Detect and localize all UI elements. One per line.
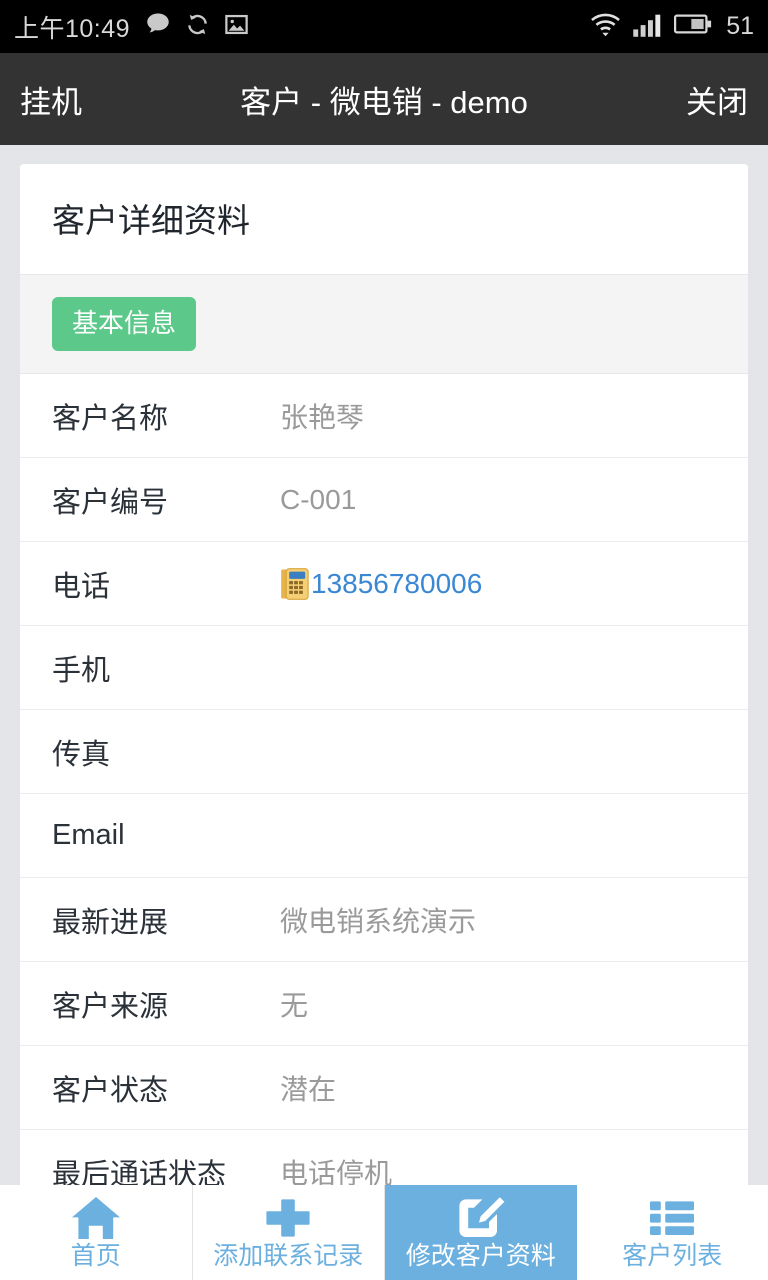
detail-row-label: 最后通话状态 [52, 1158, 227, 1186]
status-bar-system-icons: 51 [589, 11, 754, 43]
detail-row-label: Email [52, 819, 125, 851]
card-header: 客户详细资料 [20, 164, 748, 275]
detail-row-label: 最新进展 [52, 906, 169, 939]
signal-bars-icon [632, 11, 664, 43]
home-icon [70, 1196, 122, 1240]
telephone-icon [280, 567, 310, 600]
nav-item-label: 客户列表 [622, 1242, 723, 1270]
detail-row-value: C-001 [280, 483, 357, 515]
detail-row-value: 电话停机 [280, 1157, 393, 1186]
section-badge-row: 基本信息 [20, 275, 748, 374]
detail-row: 最新进展 微电销系统演示 [20, 878, 748, 962]
nav-item-list[interactable]: 客户列表 [576, 1185, 768, 1280]
detail-row-value: 潜在 [280, 1073, 337, 1105]
detail-row-value-link[interactable]: 13856780006 [280, 568, 716, 600]
status-bar-clock: 上午10:49 [14, 14, 131, 43]
wifi-icon [589, 11, 622, 43]
image-icon [223, 11, 250, 43]
title-bar: 挂机 客户 - 微电销 - demo 关闭 [0, 53, 768, 145]
nav-item-home[interactable]: 首页 [0, 1185, 193, 1280]
battery-percent-label: 51 [726, 12, 754, 40]
status-bar: 上午10:49 51 [0, 0, 768, 53]
list-icon [646, 1196, 698, 1240]
detail-rows: 客户名称 张艳琴客户编号 C-001 电话 13856780006 手机传真 Email 最… [20, 374, 748, 1185]
detail-row-label: 电话 [52, 570, 111, 603]
detail-row-label: 传真 [52, 738, 111, 771]
detail-row-label: 客户状态 [52, 1074, 169, 1107]
content-area: 客户详细资料 基本信息 客户名称 张艳琴客户编号 C-001 电话 138567800… [0, 145, 768, 1185]
detail-row-value: 张艳琴 [280, 401, 365, 433]
detail-row: 最后通话状态 电话停机 [20, 1130, 748, 1185]
detail-row: Email [20, 794, 748, 878]
detail-row: 电话 13856780006 [20, 542, 748, 626]
status-badge: 基本信息 [52, 297, 197, 351]
close-button[interactable]: 关闭 [630, 77, 748, 122]
detail-row-label: 客户名称 [52, 402, 169, 435]
status-bar-notification-icons [144, 10, 250, 43]
nav-item-label: 首页 [70, 1242, 121, 1270]
detail-row-value: 微电销系统演示 [280, 905, 477, 937]
detail-row: 客户来源 无 [20, 962, 748, 1046]
detail-row-label: 手机 [52, 654, 111, 687]
nav-item-plus[interactable]: 添加联系记录 [192, 1185, 385, 1280]
nav-item-label: 添加联系记录 [213, 1242, 364, 1270]
detail-row: 客户状态 潜在 [20, 1046, 748, 1130]
nav-item-edit-square[interactable]: 修改客户资料 [385, 1185, 577, 1280]
nav-item-label: 修改客户资料 [405, 1242, 556, 1270]
edit-square-icon [455, 1196, 507, 1240]
detail-row-label: 客户编号 [52, 486, 169, 519]
plus-icon [262, 1196, 314, 1240]
customer-detail-card: 客户详细资料 基本信息 客户名称 张艳琴客户编号 C-001 电话 138567800… [20, 164, 748, 1185]
detail-row-label: 客户来源 [52, 990, 169, 1023]
bottom-navigation: 首页 添加联系记录 修改客户资料 客户列表 [0, 1185, 768, 1280]
detail-row: 手机 [20, 626, 748, 710]
hangup-button[interactable]: 挂机 [20, 77, 138, 122]
sync-icon [184, 11, 211, 43]
mobile-screen: 上午10:49 51 挂机 客户 - 微电销 - demo 关闭 客户详细资料 … [0, 0, 768, 1280]
message-bubble-icon [144, 10, 172, 43]
detail-row: 客户编号 C-001 [20, 458, 748, 542]
page-title: 客户 - 微电销 - demo [240, 84, 528, 120]
detail-row: 客户名称 张艳琴 [20, 374, 748, 458]
detail-row-value-text: 13856780006 [311, 567, 483, 599]
card-title: 客户详细资料 [52, 202, 250, 239]
detail-row: 传真 [20, 710, 748, 794]
detail-row-value: 无 [280, 989, 309, 1021]
battery-icon [674, 12, 712, 41]
